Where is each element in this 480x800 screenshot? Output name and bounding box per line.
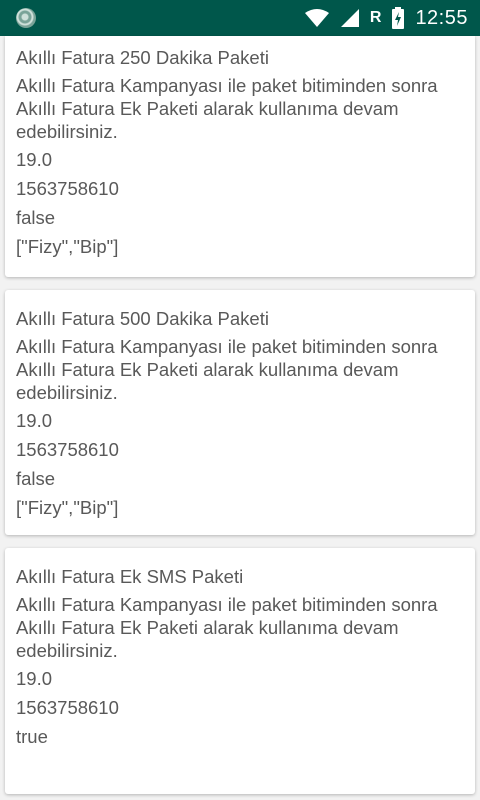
package-flag: false: [16, 207, 56, 228]
status-icons: R 12:55: [304, 0, 468, 36]
status-bar: R 12:55: [0, 0, 480, 36]
roaming-indicator: R: [369, 9, 382, 26]
package-card[interactable]: Akıllı Fatura Ek SMS Paketi Akıllı Fatur…: [5, 548, 475, 794]
package-flag: false: [16, 468, 56, 489]
package-description: Akıllı Fatura Kampanyası ile paket bitim…: [16, 336, 438, 403]
app-notification-icon: [16, 8, 36, 28]
package-flag: true: [16, 726, 48, 747]
package-description: Akıllı Fatura Kampanyası ile paket bitim…: [16, 75, 438, 142]
package-card[interactable]: Akıllı Fatura 250 Dakika Paketi Akıllı F…: [5, 36, 475, 277]
package-timestamp: 1563758610: [16, 439, 119, 460]
package-name: Akıllı Fatura 500 Dakika Paketi: [16, 308, 269, 329]
package-description: Akıllı Fatura Kampanyası ile paket bitim…: [16, 594, 438, 661]
package-price: 19.0: [16, 668, 53, 689]
package-timestamp: 1563758610: [16, 178, 119, 199]
package-name: Akıllı Fatura 250 Dakika Paketi: [16, 47, 269, 68]
package-name: Akıllı Fatura Ek SMS Paketi: [16, 566, 244, 587]
package-price: 19.0: [16, 149, 53, 170]
wifi-icon: [304, 9, 329, 27]
package-apps: ["Fizy","Bip"]: [16, 497, 119, 518]
cellular-signal-icon: [340, 9, 359, 27]
clock: 12:55: [415, 6, 468, 29]
package-price: 19.0: [16, 410, 53, 431]
package-apps: ["Fizy","Bip"]: [16, 236, 119, 257]
package-timestamp: 1563758610: [16, 697, 119, 718]
package-card[interactable]: Akıllı Fatura 500 Dakika Paketi Akıllı F…: [5, 290, 475, 535]
battery-charging-icon: [392, 7, 405, 29]
